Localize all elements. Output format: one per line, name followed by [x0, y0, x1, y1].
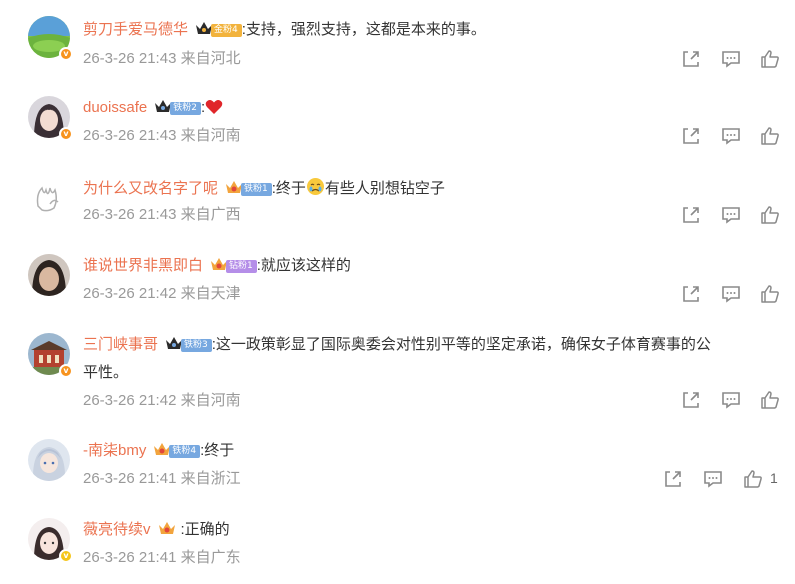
- verified-badge-icon: v: [59, 549, 73, 563]
- comment-time: 26-3-26 21:43: [83, 127, 177, 144]
- avatar[interactable]: v: [28, 16, 73, 61]
- comment-text: :这一政策彰显了国际奥委会对性别平等的坚定承诺，确保女子体育赛事的公: [211, 336, 711, 353]
- avatar[interactable]: [28, 439, 72, 483]
- comment-time: 26-3-26 21:41: [83, 470, 177, 487]
- comment-time: 26-3-26 21:43: [83, 50, 177, 67]
- avatar[interactable]: v: [28, 96, 73, 141]
- heart-icon: [205, 100, 223, 114]
- thumbs-up-icon[interactable]: [742, 468, 764, 490]
- fan-badge: 铁粉2: [170, 102, 201, 115]
- comment-icon[interactable]: [720, 283, 742, 305]
- avatar[interactable]: v: [28, 333, 73, 378]
- comment-location: 来自天津: [180, 285, 241, 302]
- avatar-image: [28, 254, 70, 296]
- share-icon[interactable]: [662, 468, 684, 490]
- comment-location: 来自河南: [180, 392, 241, 409]
- fan-badge: 钻粉1: [226, 260, 257, 273]
- share-icon[interactable]: [680, 283, 702, 305]
- comment-time: 26-3-26 21:42: [83, 392, 177, 409]
- comment-meta: 26-3-26 21:41 来自浙江: [83, 469, 241, 489]
- avatar[interactable]: [28, 254, 72, 298]
- share-icon[interactable]: [680, 389, 702, 411]
- comment-meta: 26-3-26 21:43 来自河南: [83, 126, 241, 146]
- comment-text: :支持，强烈支持，这都是本来的事。: [241, 21, 486, 38]
- fan-badge: 铁粉3: [181, 339, 212, 352]
- comment-text: :就应该这样的: [256, 257, 351, 274]
- comment-text-continued: 有些人别想钻空子: [324, 180, 445, 197]
- user-name[interactable]: -南柒bmy: [83, 442, 146, 459]
- comment-text: :正确的: [180, 521, 230, 538]
- fan-badge: 铁粉1: [241, 183, 272, 196]
- verified-badge-icon: v: [59, 364, 73, 378]
- avatar-image: [28, 439, 70, 481]
- verified-badge-icon: v: [59, 47, 73, 61]
- comment-icon[interactable]: [720, 125, 742, 147]
- comment-time: 26-3-26 21:42: [83, 285, 177, 302]
- comment-location: 来自广西: [180, 206, 241, 223]
- share-icon[interactable]: [680, 125, 702, 147]
- avatar-image: [28, 176, 70, 218]
- thumbs-up-icon[interactable]: [759, 48, 781, 70]
- comment-location: 来自广东: [180, 549, 241, 566]
- share-icon[interactable]: [680, 204, 702, 226]
- comment-time: 26-3-26 21:43: [83, 206, 177, 223]
- comment-meta: 26-3-26 21:43 来自广西: [83, 205, 241, 225]
- thumbs-up-icon[interactable]: [759, 125, 781, 147]
- comment-text: :终于: [200, 442, 235, 459]
- verified-badge-icon: v: [59, 127, 73, 141]
- user-name[interactable]: 为什么又改名字了呢: [83, 180, 218, 197]
- fan-badge: 铁粉4: [169, 445, 201, 458]
- comment-location: 来自河北: [180, 50, 241, 67]
- thumbs-up-icon[interactable]: [759, 204, 781, 226]
- comment-time: 26-3-26 21:41: [83, 549, 177, 566]
- like-count: 1: [770, 470, 778, 486]
- comment-icon[interactable]: [720, 204, 742, 226]
- thumbs-up-icon[interactable]: [759, 283, 781, 305]
- comment-location: 来自浙江: [180, 470, 241, 487]
- comment-meta: 26-3-26 21:41 来自广东: [83, 548, 241, 568]
- comment-icon[interactable]: [720, 389, 742, 411]
- user-name[interactable]: 三门峡事哥: [83, 336, 158, 353]
- comment-meta: 26-3-26 21:43 来自河北: [83, 49, 241, 69]
- user-name[interactable]: 谁说世界非黑即白: [83, 257, 203, 274]
- user-name[interactable]: 剪刀手爱马德华: [83, 21, 188, 38]
- share-icon[interactable]: [680, 48, 702, 70]
- comment-meta: 26-3-26 21:42 来自河南: [83, 391, 241, 411]
- comment-location: 来自河南: [180, 127, 241, 144]
- comment-icon[interactable]: [720, 48, 742, 70]
- comment-icon[interactable]: [702, 468, 724, 490]
- user-name[interactable]: duoissafe: [83, 99, 147, 116]
- comment-meta: 26-3-26 21:42 来自天津: [83, 284, 241, 304]
- fan-badge: 金粉4: [211, 24, 242, 37]
- crying-face-icon: [306, 178, 324, 195]
- avatar[interactable]: v: [28, 518, 73, 563]
- thumbs-up-icon[interactable]: [759, 389, 781, 411]
- crown-icon: [158, 522, 175, 534]
- comment-text: :终于: [271, 180, 306, 197]
- user-name[interactable]: 薇亮待续v: [83, 521, 151, 538]
- avatar[interactable]: [28, 176, 72, 220]
- comment-text-continued: 平性。: [83, 364, 129, 381]
